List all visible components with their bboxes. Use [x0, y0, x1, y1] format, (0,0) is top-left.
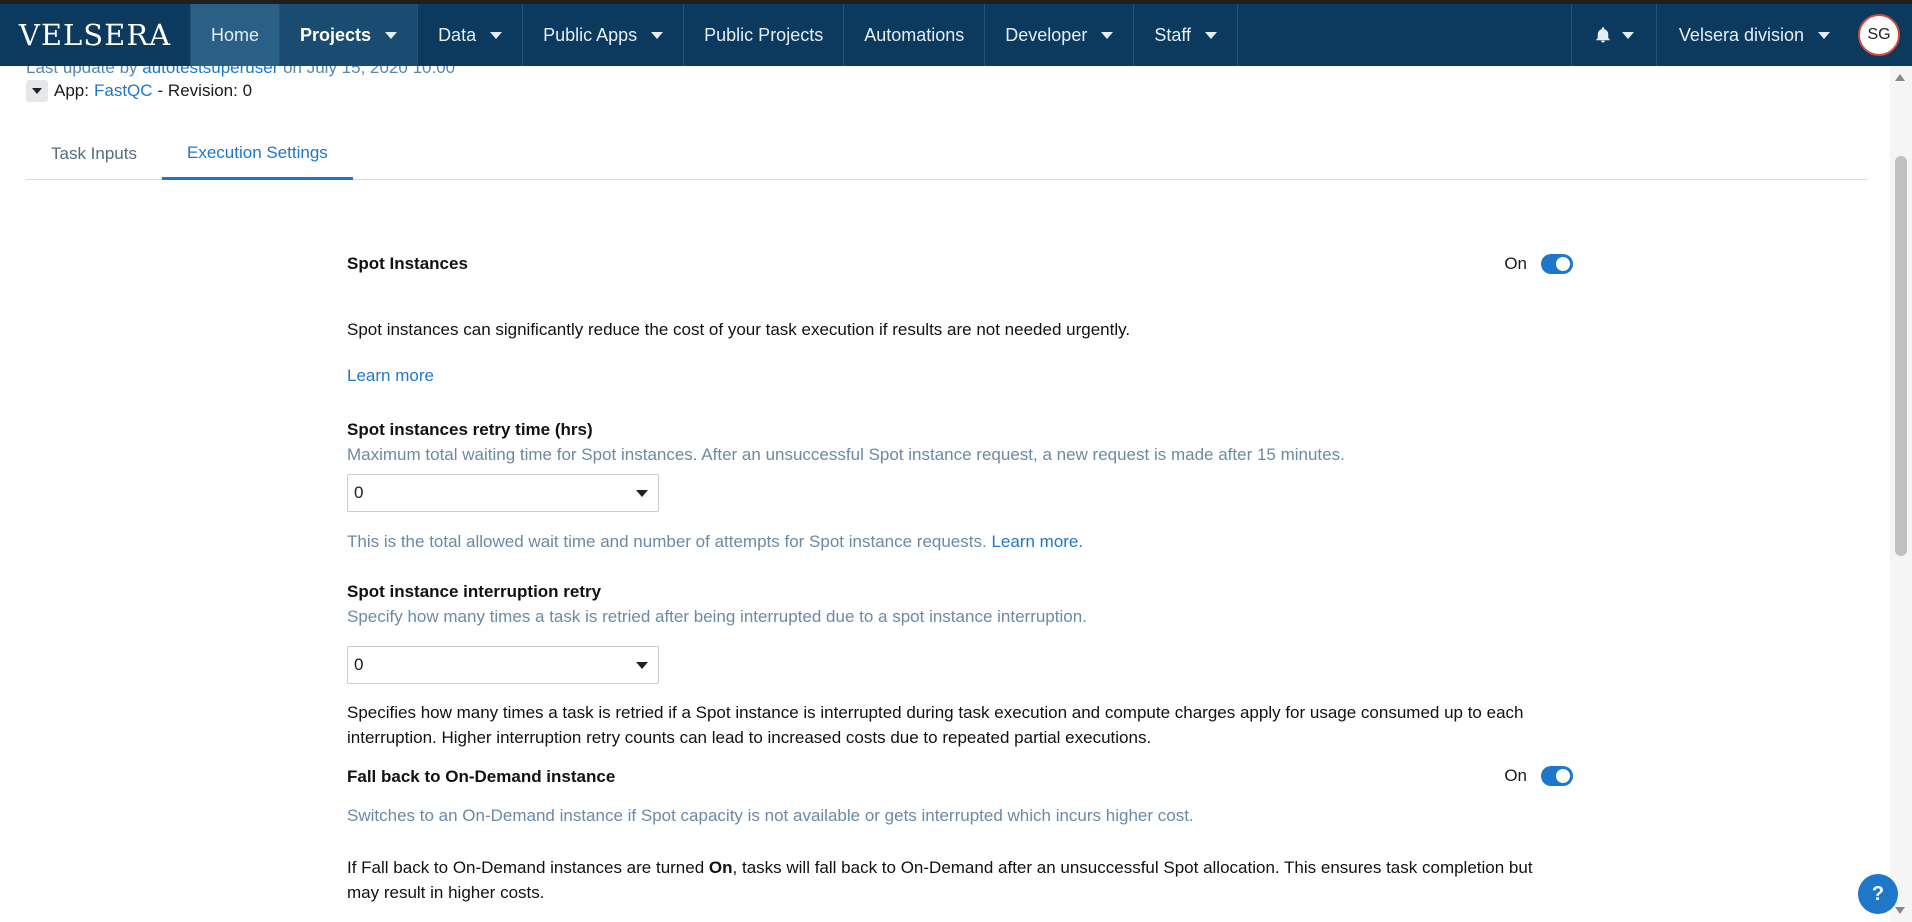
app-name-link[interactable]: FastQC — [94, 81, 153, 101]
spot-instances-toggle[interactable] — [1541, 254, 1573, 274]
scrollbar-thumb[interactable] — [1895, 156, 1907, 556]
retry-time-value: 0 — [354, 483, 364, 502]
chevron-down-icon — [1101, 31, 1114, 39]
scroll-up-arrow-icon[interactable] — [1895, 74, 1905, 81]
last-update-suffix: on July 15, 2020 10:00 — [283, 66, 456, 77]
nav-developer[interactable]: Developer — [984, 4, 1133, 66]
velsera-logo[interactable]: VELSERA — [0, 4, 190, 66]
app-prefix: App: — [54, 81, 89, 100]
chevron-down-icon — [1818, 31, 1830, 39]
nav-staff[interactable]: Staff — [1133, 4, 1239, 66]
nav-home[interactable]: Home — [190, 4, 280, 66]
retry-time-title: Spot instances retry time (hrs) — [347, 420, 593, 439]
spot-learn-more-link[interactable]: Learn more — [347, 366, 434, 385]
spot-instances-description: Spot instances can significantly reduce … — [347, 320, 1131, 339]
toggle-knob — [1556, 257, 1570, 271]
help-button[interactable]: ? — [1858, 874, 1898, 914]
nav-data[interactable]: Data — [417, 4, 522, 66]
division-selector[interactable]: Velsera division — [1657, 4, 1858, 66]
toggle-knob — [1556, 769, 1570, 783]
avatar[interactable]: SG — [1858, 14, 1900, 56]
interruption-retry-note-line1: Specifies how many times a task is retri… — [347, 703, 1524, 722]
tab-task-inputs[interactable]: Task Inputs — [26, 128, 162, 180]
interruption-retry-title: Spot instance interruption retry — [347, 582, 602, 601]
nav-automations[interactable]: Automations — [843, 4, 984, 66]
avatar-wrapper: SG — [1858, 4, 1912, 66]
scroll-down-arrow-icon[interactable] — [1895, 907, 1905, 914]
last-update-line: Last update by autotestsuperuser on July… — [26, 66, 455, 78]
division-label: Velsera division — [1678, 24, 1804, 45]
fallback-note-line1: If Fall back to On-Demand instances are … — [347, 855, 1573, 880]
vertical-scrollbar[interactable] — [1890, 66, 1912, 922]
retry-time-select[interactable]: 0 — [347, 474, 659, 512]
fallback-note-line2: may result in higher costs. — [347, 883, 545, 902]
nav-public-apps-label: Public Apps — [543, 24, 638, 45]
last-update-prefix: Last update by — [26, 66, 138, 77]
top-navigation: VELSERA Home Projects Data Public Apps P… — [0, 0, 1912, 66]
nav-projects[interactable]: Projects — [279, 4, 418, 66]
fallback-title: Fall back to On-Demand instance — [347, 767, 616, 786]
spot-instances-section: Spot Instances On — [347, 254, 1573, 274]
interruption-retry-note: Specifies how many times a task is retri… — [347, 700, 1573, 750]
fallback-note-bold: On — [708, 858, 733, 877]
chevron-down-icon — [385, 31, 398, 39]
retry-time-note: This is the total allowed wait time and … — [347, 532, 1573, 552]
bell-icon — [1596, 27, 1610, 43]
spot-instances-toggle-row: On — [1504, 254, 1573, 274]
app-info-line: App: FastQC - Revision: 0 — [26, 80, 252, 102]
spot-instances-toggle-label: On — [1504, 254, 1527, 273]
tab-execution-settings[interactable]: Execution Settings — [162, 128, 353, 180]
retry-time-hint: Maximum total waiting time for Spot inst… — [347, 445, 1345, 464]
spot-learn-more-wrap: Learn more — [347, 366, 1573, 386]
caret-down-icon — [636, 661, 648, 669]
fallback-toggle[interactable] — [1541, 766, 1573, 786]
interruption-retry-note-line2: interruption. Higher interruption retry … — [347, 728, 1152, 747]
nav-staff-label: Staff — [1154, 24, 1192, 45]
tab-bar: Task Inputs Execution Settings — [26, 128, 1868, 180]
last-update-user-link[interactable]: autotestsuperuser — [142, 66, 278, 77]
expand-toggle-button[interactable] — [26, 80, 48, 102]
caret-down-icon — [636, 489, 648, 497]
main-content: Last update by autotestsuperuser on July… — [0, 66, 1890, 922]
nav-public-projects[interactable]: Public Projects — [683, 4, 843, 66]
app-revision: - Revision: 0 — [157, 81, 253, 100]
fallback-toggle-label: On — [1504, 766, 1527, 785]
nav-projects-label: Projects — [300, 24, 372, 45]
nav-home-label: Home — [211, 24, 260, 45]
fallback-note-pre: If Fall back to On-Demand instances are … — [347, 858, 705, 877]
fallback-toggle-row: On — [1504, 766, 1573, 786]
chevron-down-icon — [1621, 31, 1634, 39]
retry-time-note-text: This is the total allowed wait time and … — [347, 532, 987, 551]
nav-data-label: Data — [438, 24, 477, 45]
chevron-down-icon — [1205, 31, 1218, 39]
notifications-button[interactable] — [1570, 4, 1657, 66]
nav-public-projects-label: Public Projects — [704, 24, 824, 45]
fallback-section: Fall back to On-Demand instance On — [347, 766, 1573, 787]
interruption-retry-hint: Specify how many times a task is retried… — [347, 607, 1087, 626]
spot-instances-title: Spot Instances — [347, 254, 468, 273]
fallback-hint: Switches to an On-Demand instance if Spo… — [347, 806, 1194, 825]
caret-down-icon — [32, 88, 42, 94]
chevron-down-icon — [490, 31, 503, 39]
chevron-down-icon — [651, 31, 664, 39]
fallback-note-post: , tasks will fall back to On-Demand afte… — [732, 858, 1533, 877]
retry-time-learn-more-link[interactable]: Learn more. — [991, 532, 1083, 551]
nav-developer-label: Developer — [1005, 24, 1088, 45]
fallback-note: If Fall back to On-Demand instances are … — [347, 855, 1573, 905]
interruption-retry-value: 0 — [354, 655, 364, 674]
interruption-retry-select[interactable]: 0 — [347, 646, 659, 684]
nav-automations-label: Automations — [864, 24, 965, 45]
nav-public-apps[interactable]: Public Apps — [522, 4, 683, 66]
